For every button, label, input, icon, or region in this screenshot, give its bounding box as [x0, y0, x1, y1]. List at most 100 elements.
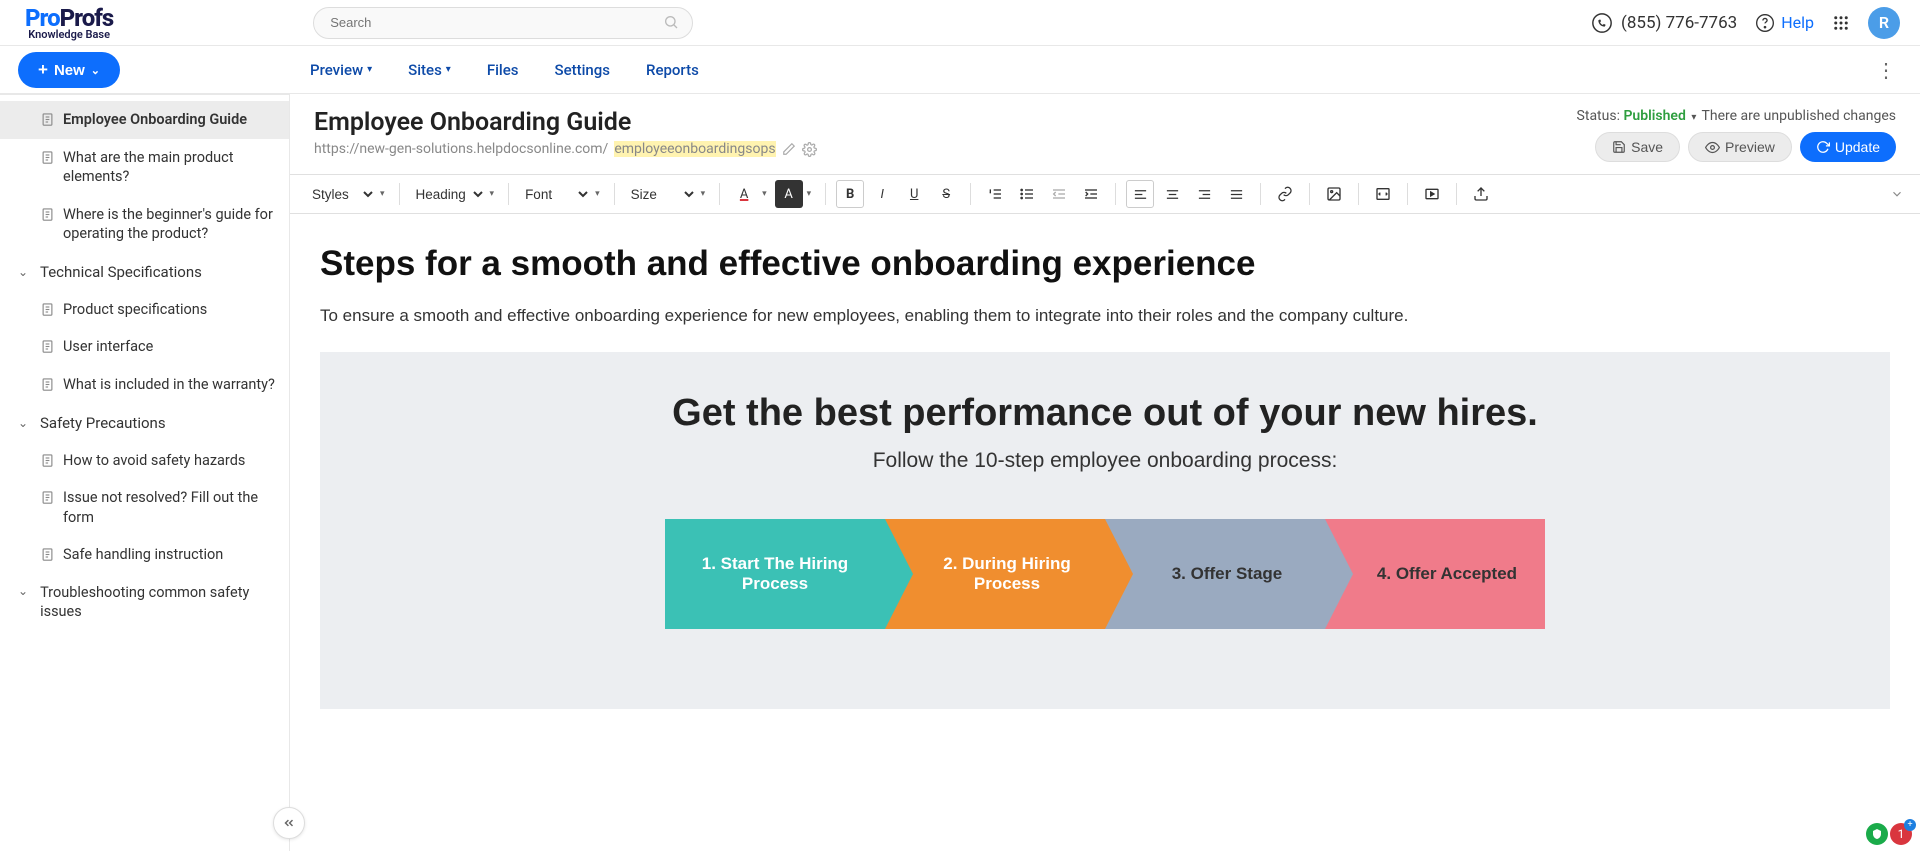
logo[interactable]: ProProfs Knowledge Base [25, 4, 113, 41]
sidebar-item[interactable]: How to avoid safety hazards [0, 442, 289, 480]
new-button[interactable]: + New ⌄ [18, 52, 120, 88]
editor-toolbar: Styles▾ Heading 1▾ Font▾ Size▾ A▾ A▾ B I… [290, 174, 1920, 214]
sidebar: + New ⌄ Employee Onboarding Guide What a… [0, 94, 290, 851]
top-header: ProProfs Knowledge Base (855) 776-7763 H… [0, 0, 1920, 46]
sidebar-item[interactable]: Employee Onboarding Guide [0, 101, 289, 139]
sidebar-item[interactable]: What are the main product elements? [0, 139, 289, 196]
logo-subtitle: Knowledge Base [28, 28, 110, 41]
sidebar-item[interactable]: ⌄ Troubleshooting common safety issues [0, 574, 289, 631]
font-select[interactable]: Font [519, 182, 591, 207]
strike-button[interactable]: S [932, 180, 960, 208]
chevron-down-icon: ▾ [367, 64, 372, 75]
search-input[interactable] [313, 7, 693, 39]
upload-button[interactable] [1467, 180, 1495, 208]
steps-row: 1. Start The Hiring Process 2. During Hi… [350, 519, 1860, 629]
bold-button[interactable]: B [836, 180, 864, 208]
align-left-button[interactable] [1126, 180, 1154, 208]
text-color-button[interactable]: A [730, 180, 758, 208]
size-select[interactable]: Size [625, 182, 697, 207]
align-right-button[interactable] [1190, 180, 1218, 208]
sidebar-item[interactable]: Where is the beginner's guide for operat… [0, 196, 289, 253]
plus-icon: + [38, 60, 48, 80]
sidebar-group-label: Technical Specifications [40, 263, 202, 281]
page-head: Employee Onboarding Guide https://new-ge… [290, 94, 1920, 174]
outdent-button[interactable] [1045, 180, 1073, 208]
image-button[interactable] [1320, 180, 1348, 208]
step-3: 3. Offer Stage [1105, 519, 1325, 629]
badge-shield-icon[interactable] [1866, 823, 1888, 845]
nav-reports[interactable]: Reports [646, 61, 699, 79]
step-1: 1. Start The Hiring Process [665, 519, 885, 629]
url-slug[interactable]: employeeonboardingsops [614, 141, 775, 157]
infographic-subtitle: Follow the 10-step employee onboarding p… [350, 449, 1860, 473]
page-url: https://new-gen-solutions.helpdocsonline… [314, 141, 817, 157]
sidebar-item[interactable]: What is included in the warranty? [0, 366, 289, 404]
phone[interactable]: (855) 776-7763 [1591, 12, 1737, 34]
apps-icon[interactable] [1832, 14, 1850, 32]
sidebar-item[interactable]: Issue not resolved? Fill out the form [0, 479, 289, 536]
save-button[interactable]: Save [1595, 132, 1680, 162]
status-value: Published [1623, 108, 1685, 124]
sidebar-item[interactable]: Product specifications [0, 291, 289, 329]
nav-preview[interactable]: Preview▾ [310, 61, 372, 79]
document-icon [40, 206, 55, 223]
document-icon [40, 546, 55, 563]
align-justify-button[interactable] [1222, 180, 1250, 208]
sidebar-group[interactable]: ⌄ Technical Specifications [0, 253, 289, 291]
phone-number: (855) 776-7763 [1621, 13, 1737, 33]
caret-down-icon[interactable]: ▾ [1691, 112, 1696, 123]
main: Employee Onboarding Guide https://new-ge… [290, 94, 1920, 851]
chevron-down-icon: ⌄ [18, 265, 30, 279]
video-button[interactable] [1418, 180, 1446, 208]
format-select[interactable]: Heading 1 [410, 182, 486, 207]
unpublished-note: There are unpublished changes [1702, 108, 1896, 124]
editor-content[interactable]: Steps for a smooth and effective onboard… [290, 214, 1920, 851]
top-right: (855) 776-7763 Help R [1591, 7, 1900, 39]
sidebar-group[interactable]: ⌄ Safety Precautions [0, 404, 289, 442]
avatar[interactable]: R [1868, 7, 1900, 39]
sidebar-item-label: Employee Onboarding Guide [63, 110, 247, 130]
float-badges: 1 [1866, 823, 1912, 845]
collapse-sidebar-button[interactable] [273, 807, 305, 839]
sidebar-item-label: Product specifications [63, 300, 207, 320]
status-label: Status: [1577, 108, 1620, 124]
search-wrap [313, 7, 693, 39]
bg-color-button[interactable]: A [775, 180, 803, 208]
step-4: 4. Offer Accepted [1325, 519, 1545, 629]
update-button[interactable]: Update [1800, 132, 1896, 162]
badge-notification-icon[interactable]: 1 [1890, 823, 1912, 845]
content-intro: To ensure a smooth and effective onboard… [320, 306, 1890, 326]
styles-select[interactable]: Styles [306, 182, 376, 207]
pencil-icon[interactable] [782, 142, 796, 156]
chevron-down-icon: ⌄ [18, 583, 28, 599]
toolbar-expand[interactable] [1890, 187, 1904, 201]
gear-icon[interactable] [802, 142, 817, 157]
code-block-button[interactable] [1369, 180, 1397, 208]
page-title: Employee Onboarding Guide [314, 108, 817, 137]
sidebar-item[interactable]: Safe handling instruction [0, 536, 289, 574]
chevron-down-icon: ▾ [446, 64, 451, 75]
sidebar-item-label: Safe handling instruction [63, 545, 223, 565]
italic-button[interactable]: I [868, 180, 896, 208]
indent-button[interactable] [1077, 180, 1105, 208]
nav-sites[interactable]: Sites▾ [408, 61, 451, 79]
unordered-list-button[interactable] [1013, 180, 1041, 208]
link-button[interactable] [1271, 180, 1299, 208]
document-icon [40, 452, 55, 469]
preview-button[interactable]: Preview [1688, 132, 1792, 162]
nav-files[interactable]: Files [487, 61, 519, 79]
document-icon [40, 376, 55, 393]
chevron-down-icon: ⌄ [18, 416, 30, 430]
sidebar-item-label: Troubleshooting common safety issues [40, 583, 277, 622]
sidebar-item-label: How to avoid safety hazards [63, 451, 245, 471]
nav-settings[interactable]: Settings [555, 61, 611, 79]
ordered-list-button[interactable] [981, 180, 1009, 208]
search-icon[interactable] [663, 14, 679, 30]
more-icon[interactable]: ⋮ [1876, 58, 1896, 82]
align-center-button[interactable] [1158, 180, 1186, 208]
sidebar-item[interactable]: User interface [0, 328, 289, 366]
document-icon [40, 489, 55, 506]
help-link[interactable]: Help [1755, 13, 1814, 33]
head-right: Status: Published ▾ There are unpublishe… [1577, 108, 1896, 162]
underline-button[interactable]: U [900, 180, 928, 208]
